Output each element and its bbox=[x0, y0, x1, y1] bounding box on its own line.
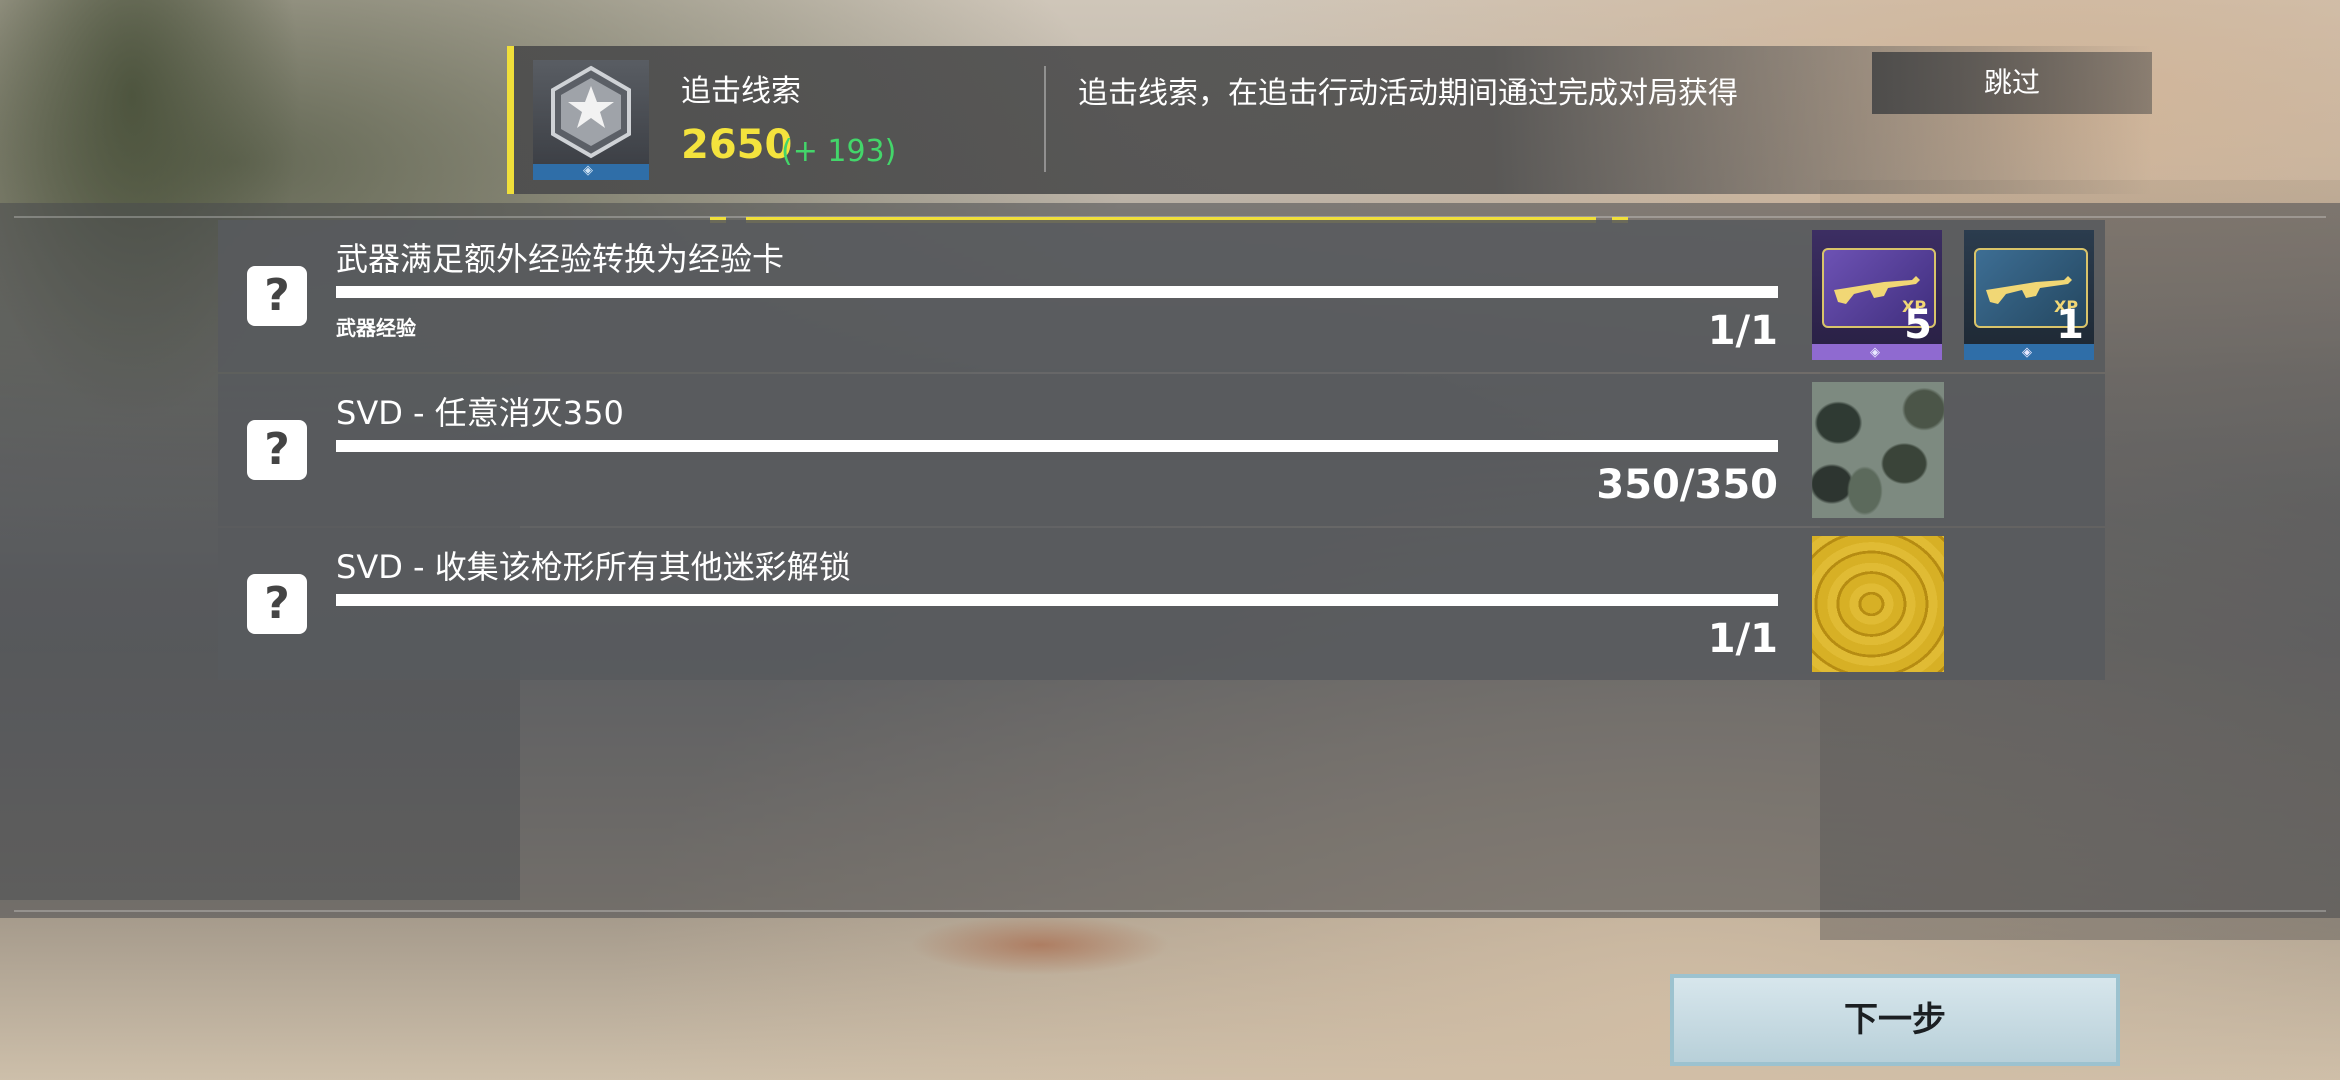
task-progress-bar bbox=[336, 594, 1778, 606]
reward-gold-camo-icon[interactable] bbox=[1812, 536, 1944, 672]
rarity-diamond-icon: ◈ bbox=[1870, 345, 1880, 360]
currency-gain: (+ 193) bbox=[781, 134, 897, 169]
next-step-button[interactable]: 下一步 bbox=[1670, 974, 2120, 1066]
task-subtitle: 武器经验 bbox=[336, 316, 416, 340]
task-row: ? 武器满足额外经验转换为经验卡 武器经验 1/1 XP 5 ◈ XP 1 ◈ bbox=[218, 220, 2105, 372]
rarity-diamond-icon: ◈ bbox=[583, 163, 593, 178]
reward-xp-card-purple[interactable]: XP 5 ◈ bbox=[1812, 230, 1942, 360]
question-mark-icon: ? bbox=[247, 574, 307, 634]
header-accent-bar bbox=[507, 46, 514, 194]
task-title: SVD - 任意消灭350 bbox=[336, 394, 624, 432]
panel-bottom-divider bbox=[14, 910, 2326, 912]
currency-title: 追击线索 bbox=[681, 74, 801, 109]
reward-quantity: 5 bbox=[1904, 302, 1932, 348]
task-row: ? SVD - 收集该枪形所有其他迷彩解锁 1/1 bbox=[218, 528, 2105, 680]
currency-description: 追击线索，在追击行动活动期间通过完成对局获得 bbox=[1078, 76, 1738, 111]
reward-xp-card-blue[interactable]: XP 1 ◈ bbox=[1964, 230, 2094, 360]
currency-amount: 2650 bbox=[681, 122, 793, 168]
header-divider bbox=[1044, 66, 1046, 172]
task-title: 武器满足额外经验转换为经验卡 bbox=[336, 240, 785, 278]
task-progress-bar bbox=[336, 440, 1778, 452]
reward-woodland-camo-icon[interactable] bbox=[1812, 382, 1944, 518]
background-vehicle bbox=[910, 915, 1170, 975]
question-mark-icon: ? bbox=[247, 266, 307, 326]
rarity-diamond-icon: ◈ bbox=[2022, 345, 2032, 360]
sheriff-badge-icon: ◈ bbox=[533, 60, 649, 180]
task-progress-count: 350/350 bbox=[1596, 462, 1778, 508]
task-progress-count: 1/1 bbox=[1707, 308, 1778, 354]
task-progress-bar bbox=[336, 286, 1778, 298]
reward-quantity: 1 bbox=[2056, 302, 2084, 348]
skip-button[interactable]: 跳过 bbox=[1872, 52, 2152, 114]
question-mark-icon: ? bbox=[247, 420, 307, 480]
task-title: SVD - 收集该枪形所有其他迷彩解锁 bbox=[336, 548, 851, 586]
task-progress-count: 1/1 bbox=[1707, 616, 1778, 662]
task-row: ? SVD - 任意消灭350 350/350 bbox=[218, 374, 2105, 526]
